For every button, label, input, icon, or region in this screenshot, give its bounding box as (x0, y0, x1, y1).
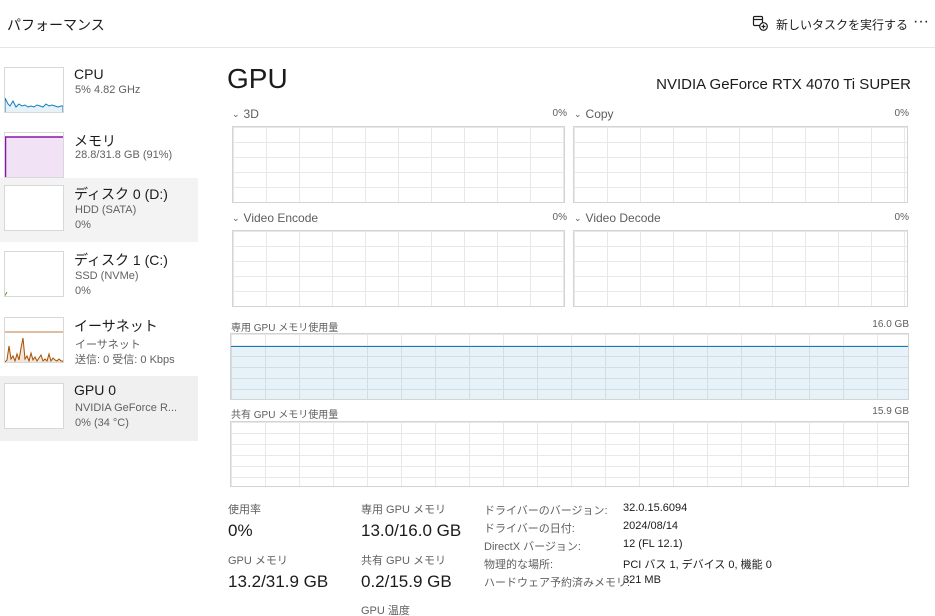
sidebar-item-disk-1[interactable]: ディスク 1 (C:) SSD (NVMe) 0% (0, 244, 198, 309)
utilization-value: 0% (228, 521, 253, 540)
sidebar-item-cpu[interactable]: CPU 5% 4.82 GHz (0, 60, 198, 125)
dedicated-memory-graph (230, 333, 909, 400)
engine-label: Copy (585, 107, 614, 121)
utilization-label: 使用率 (228, 504, 261, 516)
chevron-down-icon: ⌄ (574, 212, 582, 223)
new-task-icon (752, 15, 768, 34)
dedicated-memory-max: 16.0 GB (872, 319, 909, 330)
sidebar-item-sub2: 0% (75, 285, 91, 297)
engine-graph-video-encode (232, 230, 565, 307)
section-title: GPU (227, 63, 288, 94)
sidebar-item-sub: SSD (NVMe) (75, 270, 139, 282)
dedicated-memory-label: 専用 GPU メモリ使用量 (231, 323, 339, 334)
engine-selector-copy[interactable]: ⌄ Copy (574, 107, 614, 121)
dedicated-memory-fill (231, 346, 908, 399)
physical-location-key: 物理的な場所: (484, 559, 554, 571)
gpu-memory-value: 13.2/31.9 GB (228, 572, 329, 591)
sidebar-item-gpu-0[interactable]: GPU 0 NVIDIA GeForce R... 0% (34 °C) (0, 376, 198, 441)
engine-label: Video Decode (585, 211, 661, 225)
shared-memory-graph (230, 421, 909, 487)
gpu-0-thumbnail-graph (4, 383, 64, 429)
disk-0-thumbnail-graph (4, 185, 64, 231)
sidebar-item-sub2: 0% (34 °C) (75, 417, 129, 429)
gpu-temperature-label: GPU 温度 (361, 605, 410, 616)
engine-percent: 0% (552, 108, 567, 119)
sidebar-item-sub: 5% 4.82 GHz (75, 84, 141, 96)
dedicated-memory-stat-value: 13.0/16.0 GB (361, 521, 462, 540)
engine-percent: 0% (894, 212, 909, 223)
directx-version-key: DirectX バージョン: (484, 541, 581, 553)
engine-graph-copy (573, 126, 908, 203)
engine-graph-3d (232, 126, 565, 203)
sidebar-item-sub2: 0% (75, 219, 91, 231)
new-task-button[interactable]: 新しいタスクを実行する (752, 13, 908, 35)
gpu-model-name: NVIDIA GeForce RTX 4070 Ti SUPER (656, 76, 911, 93)
sidebar-item-sub: イーサネット (75, 339, 141, 351)
sidebar-item-sub2: 送信: 0 受信: 0 Kbps (75, 354, 175, 366)
shared-memory-stat-value: 0.2/15.9 GB (361, 572, 452, 591)
sidebar-item-sub: HDD (SATA) (75, 204, 137, 216)
directx-version-value: 12 (FL 12.1) (623, 538, 683, 550)
chevron-down-icon: ⌄ (232, 108, 240, 119)
sidebar-item-title: CPU (74, 66, 104, 82)
engine-selector-video-encode[interactable]: ⌄ Video Encode (232, 211, 318, 225)
physical-location-value: PCI バス 1, デバイス 0, 機能 0 (623, 559, 772, 571)
shared-memory-label: 共有 GPU メモリ使用量 (231, 410, 339, 421)
driver-version-key: ドライバーのバージョン: (484, 505, 608, 517)
engine-graph-video-decode (573, 230, 908, 307)
title-bar: パフォーマンス 新しいタスクを実行する ··· (0, 0, 935, 48)
gpu-memory-label: GPU メモリ (228, 555, 288, 567)
sidebar-item-title: GPU 0 (74, 382, 117, 398)
sidebar-item-title: メモリ (74, 133, 116, 149)
sidebar-item-title: ディスク 1 (C:) (74, 252, 168, 268)
hardware-reserved-memory-value: 321 MB (623, 574, 661, 586)
driver-date-key: ドライバーの日付: (484, 523, 575, 535)
more-options-button[interactable]: ··· (913, 13, 933, 35)
sidebar-item-sub: 28.8/31.8 GB (91%) (75, 149, 173, 161)
chevron-down-icon: ⌄ (232, 212, 240, 223)
engine-selector-3d[interactable]: ⌄ 3D (232, 107, 259, 121)
driver-version-value: 32.0.15.6094 (623, 502, 688, 514)
shared-memory-stat-label: 共有 GPU メモリ (361, 555, 446, 567)
memory-thumbnail-graph (4, 132, 64, 178)
sidebar-item-title: イーサネット (74, 318, 158, 334)
dedicated-memory-stat-label: 専用 GPU メモリ (361, 504, 446, 516)
shared-memory-max: 15.9 GB (872, 406, 909, 417)
sidebar-item-sub: NVIDIA GeForce R... (75, 402, 178, 414)
engine-percent: 0% (894, 108, 909, 119)
new-task-label: 新しいタスクを実行する (776, 17, 909, 32)
driver-date-value: 2024/08/14 (623, 520, 679, 532)
engine-label: 3D (243, 107, 259, 121)
ethernet-thumbnail-graph (4, 317, 64, 363)
engine-selector-video-decode[interactable]: ⌄ Video Decode (574, 211, 661, 225)
cpu-thumbnail-graph (4, 67, 64, 113)
disk-1-thumbnail-graph (4, 251, 64, 297)
sidebar-item-disk-0[interactable]: ディスク 0 (D:) HDD (SATA) 0% (0, 178, 198, 242)
sidebar-item-title: ディスク 0 (D:) (74, 186, 168, 202)
engine-label: Video Encode (243, 211, 319, 225)
engine-percent: 0% (552, 212, 567, 223)
hardware-reserved-memory-key: ハードウェア予約済みメモリ: (484, 577, 631, 589)
sidebar-item-ethernet[interactable]: イーサネット イーサネット 送信: 0 受信: 0 Kbps (0, 310, 198, 375)
chevron-down-icon: ⌄ (574, 108, 582, 119)
page-title: パフォーマンス (7, 17, 105, 33)
